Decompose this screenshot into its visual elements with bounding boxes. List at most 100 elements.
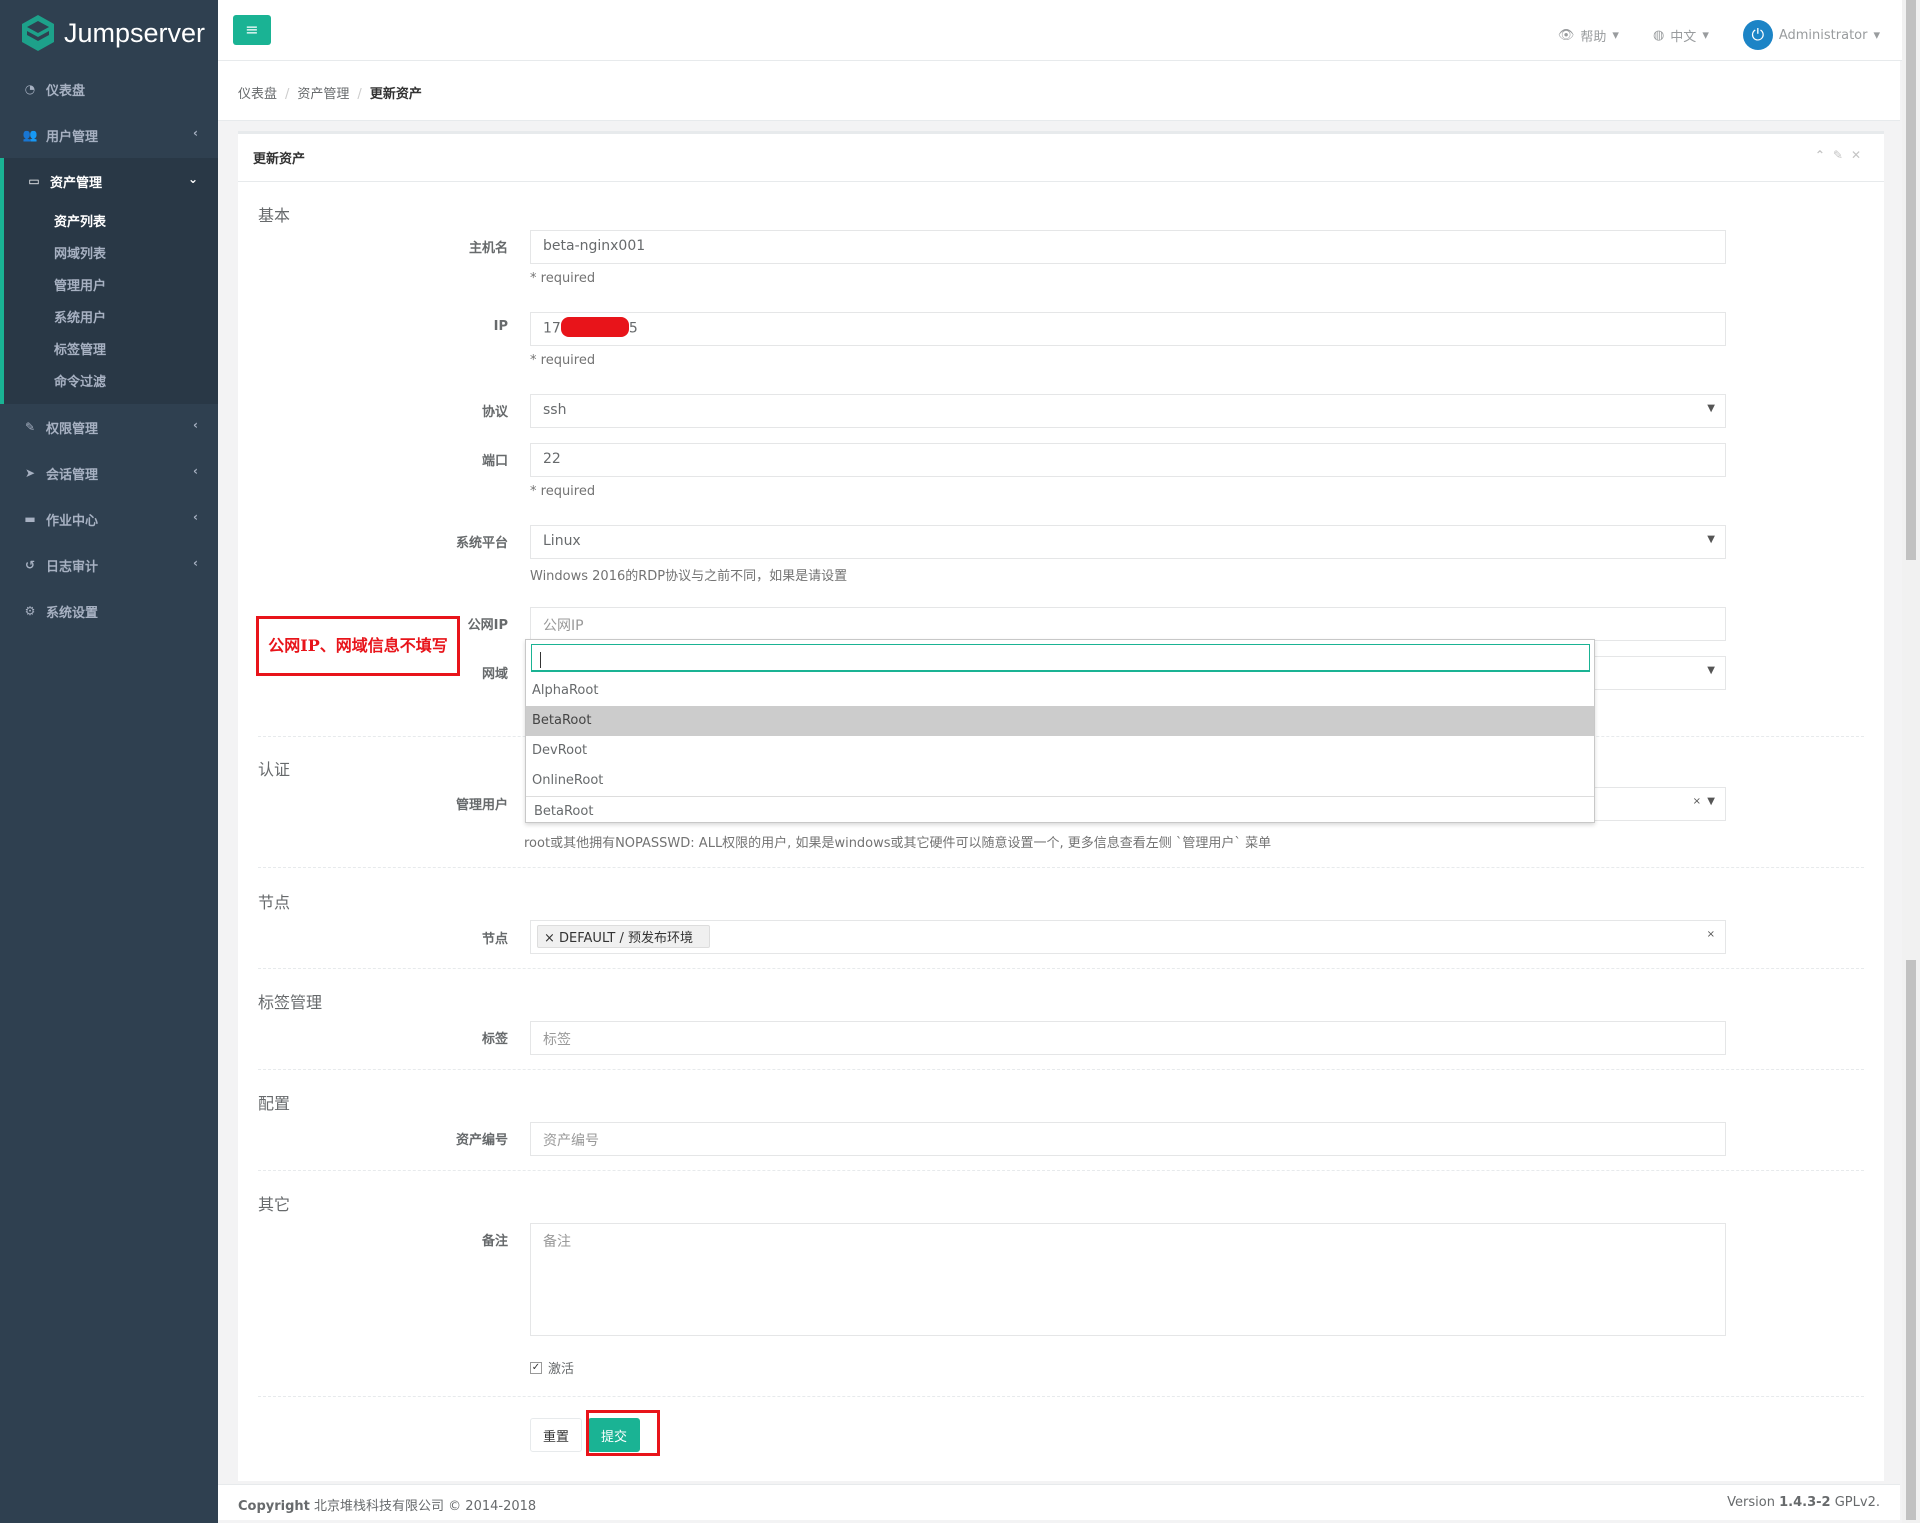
sidebar-subitem-labels[interactable]: 标签管理	[4, 332, 218, 364]
app-logo[interactable]: Jumpserver	[0, 0, 218, 66]
active-checkbox-label: 激活	[548, 1362, 575, 1377]
port-label: 端口	[481, 454, 508, 469]
help-label: 帮助	[1580, 29, 1607, 45]
sidebar-item-users[interactable]: 👥 用户管理 ‹	[0, 112, 218, 158]
sidebar-item-label: 权限管理	[46, 421, 99, 437]
section-nodes: 节点	[258, 893, 291, 912]
sidebar-item-settings[interactable]: ⚙ 系统设置	[0, 588, 218, 634]
jumpserver-logo-icon	[22, 15, 54, 51]
breadcrumb-assets[interactable]: 资产管理	[297, 87, 349, 102]
chevron-down-icon: ⌄	[187, 172, 198, 186]
chip-remove-icon[interactable]: ×	[544, 931, 559, 946]
sidebar-item-label: 作业中心	[46, 513, 99, 529]
power-icon: ⏻	[1742, 20, 1773, 50]
page-scrollbar[interactable]	[1902, 0, 1920, 1523]
protocol-select[interactable]: ssh ▼	[530, 394, 1726, 428]
sidebar-item-jobs[interactable]: ▬ 作业中心 ‹	[0, 496, 218, 542]
divider	[258, 1170, 1864, 1171]
caret-down-icon: ▼	[1707, 403, 1715, 414]
clear-icon[interactable]: ×	[1693, 796, 1701, 807]
wrench-icon[interactable]: ✎	[1833, 148, 1851, 162]
nodes-label: 节点	[481, 932, 508, 947]
history-icon: ↺	[24, 558, 36, 572]
node-chip: × DEFAULT / 预发布环境	[537, 925, 710, 948]
dropdown-option-highlighted[interactable]: BetaRoot	[526, 706, 1594, 736]
reset-button[interactable]: 重置	[530, 1418, 583, 1452]
sidebar-item-dashboard[interactable]: ◔ 仪表盘	[0, 66, 218, 112]
breadcrumb-dashboard[interactable]: 仪表盘	[238, 87, 277, 102]
port-help: * required	[530, 484, 596, 499]
dropdown-option[interactable]: DevRoot	[526, 736, 1594, 766]
footer-version-prefix: Version	[1727, 1495, 1775, 1510]
ip-input[interactable]: 17 5	[530, 312, 1726, 346]
users-icon: 👥	[22, 128, 38, 142]
labels-input[interactable]: 标签	[530, 1021, 1726, 1055]
active-checkbox[interactable]: ✓	[530, 1361, 542, 1374]
user-dropdown[interactable]: ⏻ Administrator ▾	[1742, 20, 1880, 50]
dropdown-option[interactable]: AlphaRoot	[526, 676, 1594, 706]
sidebar-item-perms[interactable]: ✎ 权限管理 ‹	[0, 404, 218, 450]
sidebar-subitem-domain-list[interactable]: 网域列表	[4, 236, 218, 268]
chevron-left-icon: ‹	[193, 464, 198, 478]
labels-label: 标签	[481, 1032, 508, 1047]
sidebar-item-sessions[interactable]: ➤ 会话管理 ‹	[0, 450, 218, 496]
footer-copyright: 北京堆栈科技有限公司 © 2014-2018	[314, 1499, 537, 1514]
scrollbar-thumb[interactable]	[1906, 0, 1916, 560]
hostname-input[interactable]: beta-nginx001	[530, 230, 1726, 264]
clear-icon[interactable]: ×	[1707, 929, 1715, 940]
breadcrumb-separator: /	[285, 87, 290, 102]
annotation-callout: 公网IP、网域信息不填写	[256, 616, 460, 676]
chevron-left-icon: ‹	[193, 418, 198, 432]
active-checkbox-row[interactable]: ✓ 激活	[530, 1358, 574, 1377]
platform-select[interactable]: Linux ▼	[530, 525, 1726, 559]
hostname-help: * required	[530, 271, 596, 286]
ip-label: IP	[493, 319, 508, 334]
sidebar-toggle-button[interactable]: ≡	[233, 15, 271, 45]
sidebar-item-assets[interactable]: ▭ 资产管理 ⌄	[4, 158, 218, 204]
asset-number-input[interactable]: 资产编号	[530, 1122, 1726, 1156]
ip-value-suffix: 5	[628, 320, 638, 337]
dropdown-selected-value[interactable]: BetaRoot	[526, 796, 1594, 826]
sidebar-group-assets: ▭ 资产管理 ⌄ 资产列表 网域列表 管理用户 系统用户 标签管理 命令过滤	[0, 158, 218, 404]
comment-textarea[interactable]: 备注	[530, 1223, 1726, 1336]
sidebar-subitem-system-user[interactable]: 系统用户	[4, 300, 218, 332]
inbox-icon: ▭	[28, 174, 40, 188]
port-input[interactable]: 22	[530, 443, 1726, 477]
sidebar-subitem-admin-user[interactable]: 管理用户	[4, 268, 218, 300]
collapse-icon[interactable]: ⌃	[1815, 148, 1833, 162]
asset-number-label: 资产编号	[455, 1133, 508, 1148]
footer-version-number: 1.4.3-2	[1779, 1495, 1831, 1510]
language-dropdown[interactable]: ◍ 中文 ▾	[1653, 26, 1709, 45]
section-config: 配置	[258, 1094, 291, 1113]
divider	[258, 867, 1864, 868]
desktop-icon: ▬	[24, 512, 36, 526]
sidebar-subitem-cmd-filter[interactable]: 命令过滤	[4, 364, 218, 404]
eye-icon: 👁	[1557, 27, 1575, 43]
globe-icon: ◍	[1652, 27, 1665, 43]
close-icon[interactable]: ✕	[1851, 148, 1869, 162]
section-labels: 标签管理	[258, 993, 323, 1012]
dropdown-search-input[interactable]	[531, 644, 1590, 672]
dashboard-icon: ◔	[24, 82, 36, 96]
public-ip-input[interactable]: 公网IP	[530, 607, 1726, 641]
sidebar-item-label: 用户管理	[46, 129, 99, 145]
sidebar-subitem-asset-list[interactable]: 资产列表	[4, 204, 218, 236]
help-dropdown[interactable]: 👁 帮助 ▾	[1558, 26, 1619, 45]
sidebar-item-audit[interactable]: ↺ 日志审计 ‹	[0, 542, 218, 588]
caret-down-icon: ▼	[1707, 796, 1715, 807]
sidebar-item-label: 系统设置	[46, 605, 99, 621]
hamburger-icon: ≡	[245, 20, 259, 39]
caret-down-icon: ▾	[1702, 27, 1709, 43]
dropdown-option[interactable]: OnlineRoot	[526, 766, 1594, 796]
scrollbar-thumb[interactable]	[1906, 960, 1916, 1520]
sidebar-item-label: 资产管理	[50, 175, 103, 191]
node-chip-label: DEFAULT / 预发布环境	[559, 931, 693, 946]
caret-down-icon: ▼	[1707, 534, 1715, 545]
annotation-highlight-submit	[586, 1410, 660, 1456]
nodes-multiselect[interactable]: × DEFAULT / 预发布环境 ×	[530, 920, 1726, 954]
app-name: Jumpserver	[64, 17, 206, 48]
admin-user-help: root或其他拥有NOPASSWD: ALL权限的用户, 如果是windows或…	[524, 836, 1272, 851]
divider	[258, 968, 1864, 969]
sidebar: Jumpserver ◔ 仪表盘 👥 用户管理 ‹ ▭ 资产管理 ⌄ 资产列表 …	[0, 0, 218, 1523]
ip-help: * required	[530, 353, 596, 368]
